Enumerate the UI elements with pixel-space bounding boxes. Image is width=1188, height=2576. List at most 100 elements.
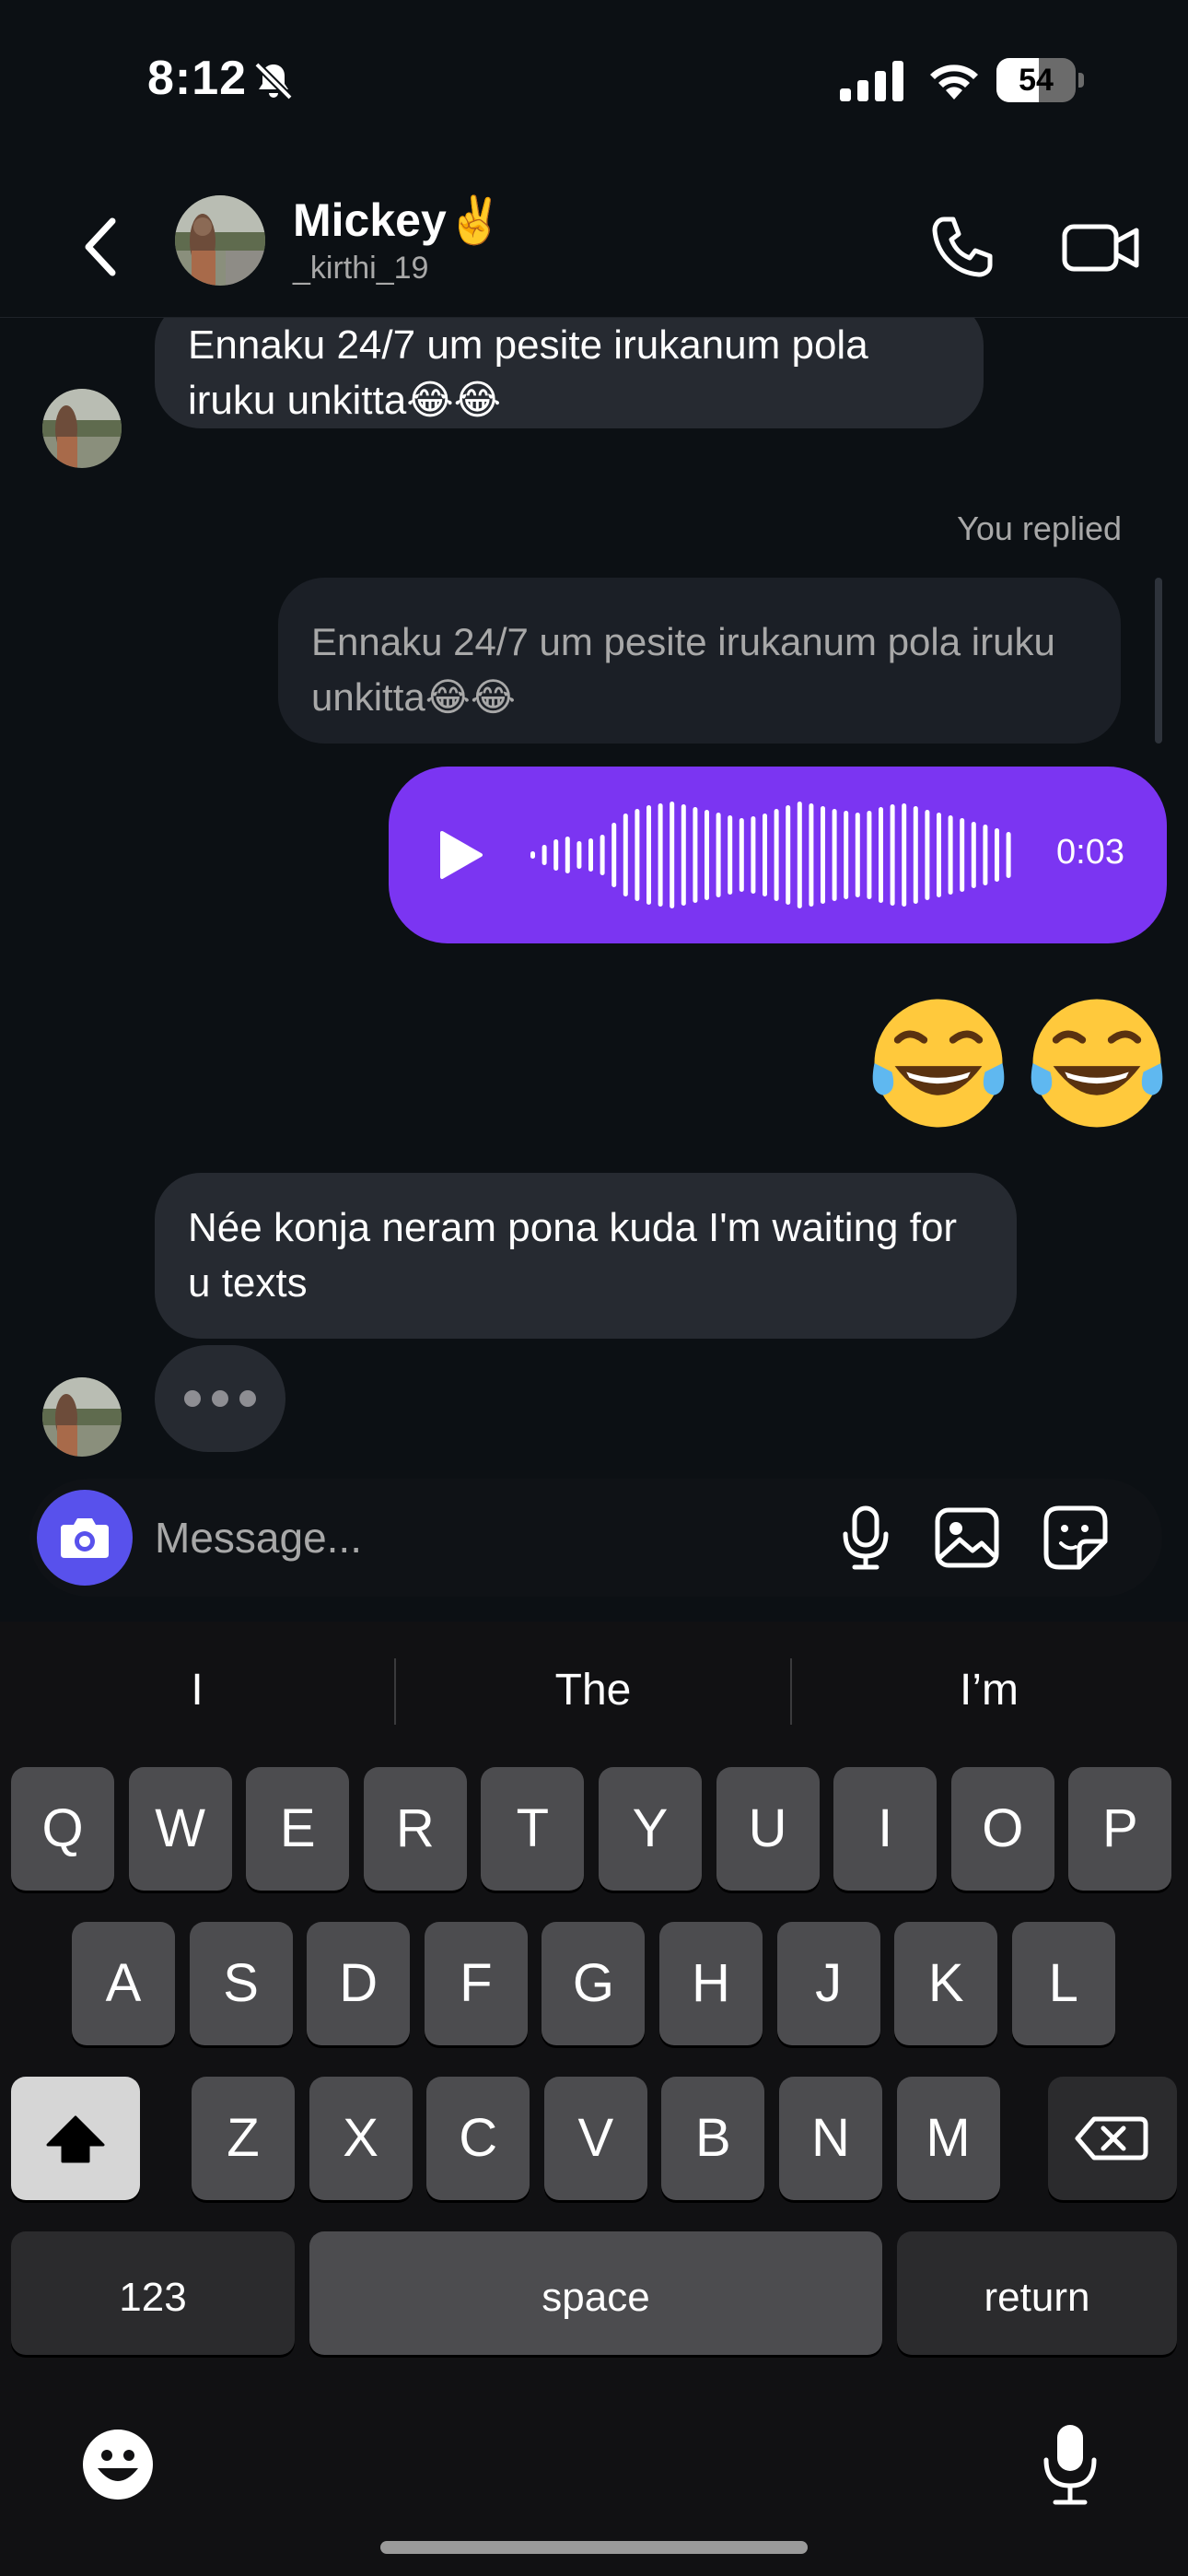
waveform-bar xyxy=(1006,832,1011,878)
key-n[interactable]: N xyxy=(779,2077,882,2200)
message-text: Née konja neram pona kuda I'm waiting fo… xyxy=(188,1205,958,1306)
waveform-bar xyxy=(611,823,617,887)
waveform-bar xyxy=(623,814,628,896)
key-k[interactable]: K xyxy=(894,1922,998,2045)
waveform-bar xyxy=(809,803,814,907)
key-p[interactable]: P xyxy=(1068,1767,1172,1891)
sticker-button[interactable] xyxy=(1041,1503,1111,1573)
key-y[interactable]: Y xyxy=(599,1767,702,1891)
contact-name[interactable]: Mickey✌️ xyxy=(293,193,504,248)
waveform-bar xyxy=(786,805,791,905)
waveform-bar xyxy=(751,816,756,894)
key-b[interactable]: B xyxy=(661,2077,765,2200)
contact-avatar[interactable] xyxy=(175,195,265,286)
gallery-button[interactable] xyxy=(932,1503,1002,1573)
waveform-bar xyxy=(693,807,698,903)
contact-handle[interactable]: _kirthi_19 xyxy=(293,251,428,287)
waveform-bar xyxy=(716,813,721,897)
incoming-message[interactable]: Ennaku 24/7 um pesite irukanum pola iruk… xyxy=(155,318,984,428)
waveform-bar xyxy=(658,803,663,907)
key-z[interactable]: Z xyxy=(192,2077,295,2200)
message-thread[interactable]: Ennaku 24/7 um pesite irukanum pola iruk… xyxy=(0,318,1188,1465)
key-f[interactable]: F xyxy=(424,1922,528,2045)
waveform-bar xyxy=(565,837,570,873)
suggestion-2[interactable]: The xyxy=(396,1649,790,1732)
space-key[interactable]: space xyxy=(309,2231,882,2355)
waveform-bar xyxy=(948,815,953,895)
typing-indicator xyxy=(155,1345,285,1452)
shift-icon xyxy=(46,2115,105,2163)
voice-duration: 0:03 xyxy=(1056,833,1124,872)
key-w[interactable]: W xyxy=(128,1767,232,1891)
dictation-button[interactable] xyxy=(1039,2423,1101,2506)
keyboard: I The I’m QWERTYUIOP ASDFGHJKL ZXCVBNM 1… xyxy=(0,1622,1188,2576)
tears-of-joy-emoji xyxy=(1031,999,1163,1128)
emoji-message[interactable] xyxy=(866,990,1170,1136)
waveform-bar xyxy=(995,828,999,882)
status-bar: 8:12 54 xyxy=(0,0,1188,157)
incoming-message[interactable]: Née konja neram pona kuda I'm waiting fo… xyxy=(155,1173,1017,1339)
cellular-signal-icon xyxy=(840,61,903,101)
waveform-bar xyxy=(553,839,559,871)
emoji-keyboard-button[interactable] xyxy=(81,2428,155,2501)
contact-avatar-small[interactable] xyxy=(42,1377,122,1457)
waveform-bar xyxy=(577,841,582,869)
waveform-bar xyxy=(681,804,686,906)
play-icon[interactable] xyxy=(437,829,484,881)
waveform-bar xyxy=(971,822,976,888)
waveform-bar xyxy=(890,804,895,906)
key-r[interactable]: R xyxy=(363,1767,467,1891)
home-indicator[interactable] xyxy=(380,2541,808,2554)
waveform-bar xyxy=(925,810,930,900)
key-i[interactable]: I xyxy=(833,1767,938,1891)
key-q[interactable]: Q xyxy=(11,1767,114,1891)
predictive-bar: I The I’m xyxy=(0,1622,1188,1760)
numbers-key[interactable]: 123 xyxy=(11,2231,295,2355)
video-call-button[interactable] xyxy=(1059,210,1142,284)
key-h[interactable]: H xyxy=(659,1922,763,2045)
waveform-bar xyxy=(774,809,779,901)
key-e[interactable]: E xyxy=(246,1767,350,1891)
camera-button[interactable] xyxy=(37,1490,133,1586)
you-replied-label: You replied xyxy=(957,509,1122,547)
camera-icon xyxy=(61,1518,109,1558)
key-m[interactable]: M xyxy=(896,2077,1000,2200)
voice-message[interactable]: 0:03 xyxy=(389,767,1167,943)
waveform-bar xyxy=(588,838,593,872)
key-s[interactable]: S xyxy=(189,1922,293,2045)
reply-indicator-bar xyxy=(1155,578,1162,744)
key-t[interactable]: T xyxy=(481,1767,585,1891)
waveform-bar xyxy=(913,806,918,904)
key-a[interactable]: A xyxy=(72,1922,175,2045)
message-text: Ennaku 24/7 um pesite irukanum pola iruk… xyxy=(188,322,868,423)
suggestion-1[interactable]: I xyxy=(0,1649,394,1732)
key-l[interactable]: L xyxy=(1011,1922,1115,2045)
suggestion-3[interactable]: I’m xyxy=(792,1649,1186,1732)
quoted-text: Ennaku 24/7 um pesite irukanum pola iruk… xyxy=(311,620,1055,719)
key-g[interactable]: G xyxy=(542,1922,646,2045)
key-o[interactable]: O xyxy=(950,1767,1054,1891)
shift-key[interactable] xyxy=(11,2077,140,2200)
phone-call-button[interactable] xyxy=(926,210,999,284)
waveform-bar xyxy=(728,815,733,895)
wifi-icon xyxy=(930,64,978,100)
waveform-bar xyxy=(867,811,872,899)
key-x[interactable]: X xyxy=(309,2077,413,2200)
microphone-button[interactable] xyxy=(831,1503,901,1573)
delete-key[interactable] xyxy=(1048,2077,1177,2200)
back-button[interactable] xyxy=(72,210,127,284)
waveform-bar xyxy=(937,813,941,897)
message-input[interactable] xyxy=(155,1506,799,1569)
contact-avatar-small[interactable] xyxy=(42,389,122,468)
key-v[interactable]: V xyxy=(543,2077,647,2200)
quoted-message[interactable]: Ennaku 24/7 um pesite irukanum pola iruk… xyxy=(278,578,1121,744)
key-j[interactable]: J xyxy=(776,1922,880,2045)
bell-muted-icon xyxy=(254,62,293,100)
key-c[interactable]: C xyxy=(426,2077,530,2200)
waveform-bar xyxy=(670,802,675,908)
key-d[interactable]: D xyxy=(307,1922,411,2045)
return-key[interactable]: return xyxy=(897,2231,1177,2355)
key-u[interactable]: U xyxy=(716,1767,820,1891)
waveform-bar xyxy=(855,813,860,897)
voice-waveform[interactable] xyxy=(518,767,1033,943)
